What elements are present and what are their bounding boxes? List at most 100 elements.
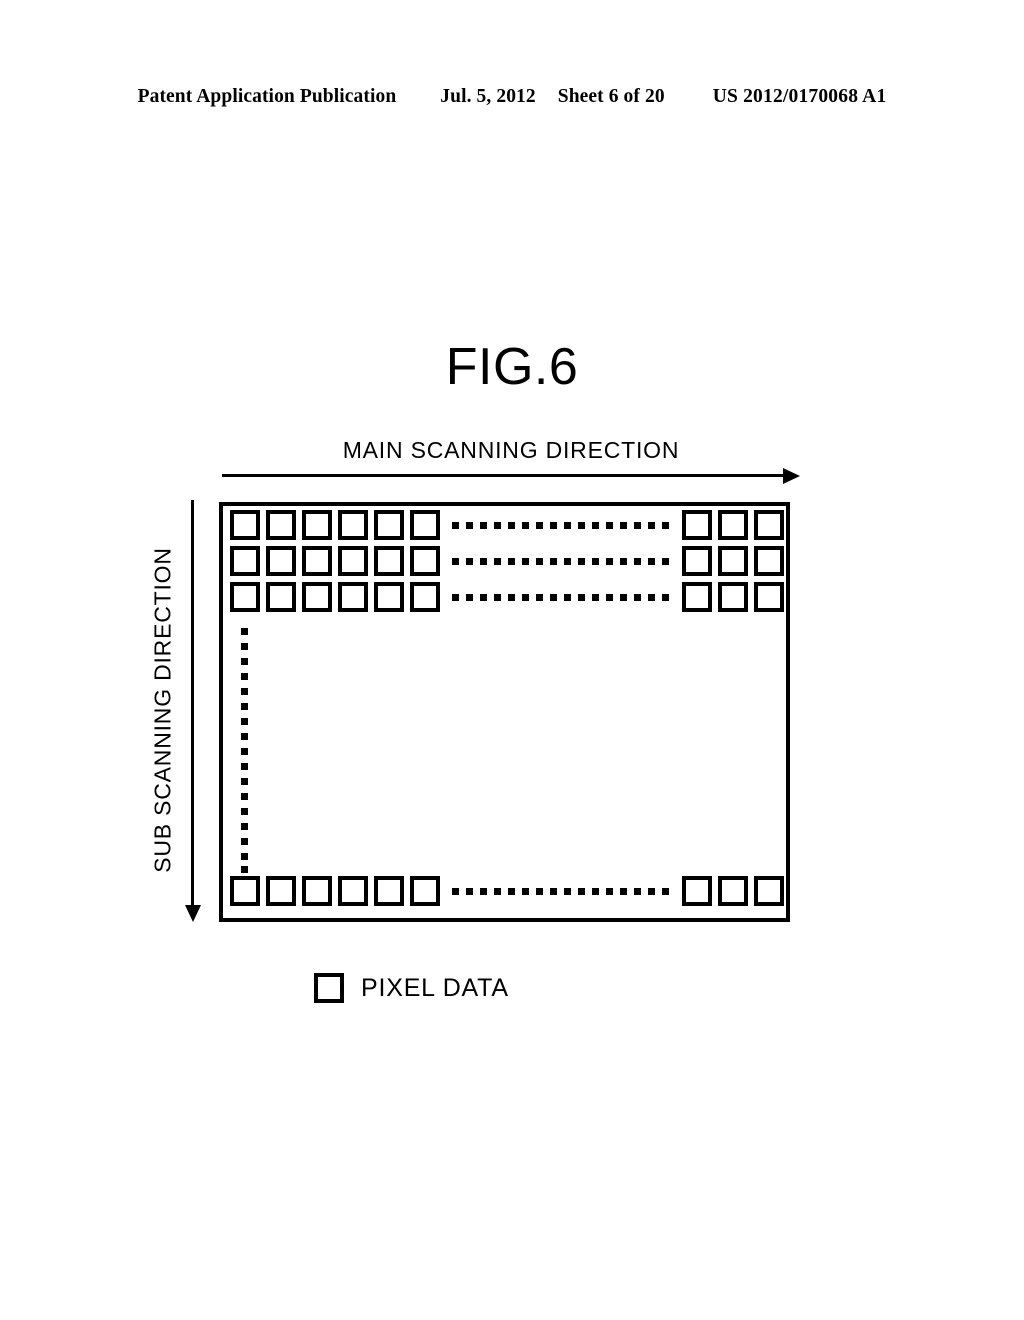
pixel-data-square <box>754 876 784 906</box>
ellipsis-dot <box>620 888 627 895</box>
arrow-shaft <box>191 500 194 907</box>
ellipsis-dot <box>241 628 248 635</box>
pixel-data-square <box>718 876 748 906</box>
pixel-data-square <box>682 876 712 906</box>
ellipsis-dot <box>606 558 613 565</box>
ellipsis-dot <box>494 522 501 529</box>
ellipsis-dot <box>550 558 557 565</box>
ellipsis-dot <box>241 673 248 680</box>
ellipsis-dot <box>241 688 248 695</box>
ellipsis-dot <box>592 522 599 529</box>
ellipsis-dot <box>241 658 248 665</box>
ellipsis-dot <box>564 888 571 895</box>
ellipsis-dot <box>550 522 557 529</box>
ellipsis-dot <box>634 522 641 529</box>
ellipsis-dot <box>564 594 571 601</box>
ellipsis-dot <box>241 703 248 710</box>
ellipsis-dot <box>241 748 248 755</box>
ellipsis-dot <box>241 733 248 740</box>
pixel-data-square <box>410 546 440 576</box>
ellipsis-dot <box>634 888 641 895</box>
sub-scanning-direction-label: SUB SCANNING DIRECTION <box>149 547 176 873</box>
pixel-data-square <box>374 582 404 612</box>
pixel-data-square <box>718 546 748 576</box>
ellipsis-dot <box>592 594 599 601</box>
ellipsis-dot <box>536 558 543 565</box>
ellipsis-dot <box>494 888 501 895</box>
ellipsis-dot <box>536 522 543 529</box>
pixel-data-square <box>682 582 712 612</box>
arrow-head <box>185 905 201 922</box>
figure-diagram: MAIN SCANNING DIRECTION SUB SCANNING DIR… <box>0 0 1024 1320</box>
pixel-data-square <box>230 510 260 540</box>
ellipsis-dot <box>241 763 248 770</box>
pixel-data-square <box>338 546 368 576</box>
ellipsis-dot <box>508 522 515 529</box>
ellipsis-dot <box>620 594 627 601</box>
ellipsis-dot <box>480 558 487 565</box>
ellipsis-dot <box>241 808 248 815</box>
ellipsis-dot <box>620 558 627 565</box>
ellipsis-dot <box>466 888 473 895</box>
pixel-data-square <box>266 546 296 576</box>
ellipsis-dot <box>662 558 669 565</box>
pixel-data-square <box>266 510 296 540</box>
legend: PIXEL DATA <box>314 973 509 1003</box>
ellipsis-dot <box>480 522 487 529</box>
ellipsis-dot <box>662 888 669 895</box>
pixel-data-square <box>302 582 332 612</box>
ellipsis-dot <box>620 522 627 529</box>
ellipsis-dot <box>592 888 599 895</box>
ellipsis-dot <box>578 558 585 565</box>
ellipsis-dot <box>241 866 248 873</box>
ellipsis-dot <box>648 558 655 565</box>
arrow-shaft <box>222 474 788 477</box>
ellipsis-dot <box>564 558 571 565</box>
pixel-data-square <box>230 876 260 906</box>
pixel-data-square <box>754 582 784 612</box>
pixel-data-square <box>338 510 368 540</box>
ellipsis-dot <box>480 888 487 895</box>
pixel-data-square <box>230 582 260 612</box>
pixel-data-square <box>410 510 440 540</box>
ellipsis-dot <box>241 793 248 800</box>
ellipsis-dot <box>606 594 613 601</box>
ellipsis-dot <box>648 594 655 601</box>
ellipsis-dot <box>241 838 248 845</box>
pixel-data-square <box>718 510 748 540</box>
pixel-data-square <box>718 582 748 612</box>
pixel-data-square <box>302 876 332 906</box>
ellipsis-dot <box>241 718 248 725</box>
pixel-data-square <box>338 876 368 906</box>
main-scanning-direction-arrow-icon <box>222 468 800 484</box>
pixel-data-square <box>682 510 712 540</box>
pixel-data-square <box>230 546 260 576</box>
ellipsis-dot <box>466 594 473 601</box>
ellipsis-dot <box>452 594 459 601</box>
ellipsis-dot <box>241 643 248 650</box>
pixel-data-square <box>754 546 784 576</box>
ellipsis-dot <box>522 888 529 895</box>
ellipsis-dot <box>508 888 515 895</box>
ellipsis-dot <box>662 594 669 601</box>
ellipsis-dot <box>241 778 248 785</box>
ellipsis-dot <box>550 888 557 895</box>
ellipsis-dot <box>522 522 529 529</box>
pixel-data-swatch-icon <box>314 973 344 1003</box>
pixel-data-square <box>410 876 440 906</box>
ellipsis-dot <box>241 853 248 860</box>
legend-label: PIXEL DATA <box>361 973 509 1002</box>
pixel-data-square <box>302 546 332 576</box>
ellipsis-dot <box>550 594 557 601</box>
ellipsis-dot <box>592 558 599 565</box>
pixel-data-square <box>302 510 332 540</box>
ellipsis-dot <box>606 888 613 895</box>
ellipsis-dot <box>480 594 487 601</box>
ellipsis-dot <box>466 558 473 565</box>
arrow-head <box>783 468 800 484</box>
ellipsis-dot <box>494 594 501 601</box>
pixel-data-square <box>410 582 440 612</box>
ellipsis-dot <box>522 594 529 601</box>
pixel-data-square <box>338 582 368 612</box>
pixel-data-square <box>266 876 296 906</box>
